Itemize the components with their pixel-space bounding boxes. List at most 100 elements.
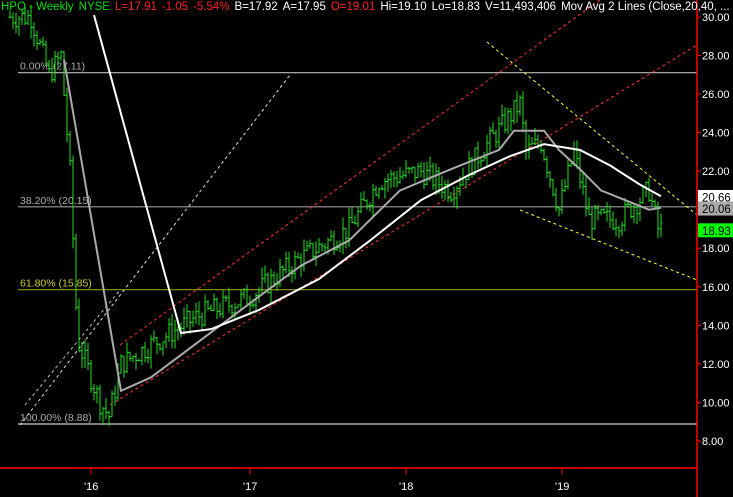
ohlc-bar: [566, 159, 570, 190]
ohlc-bar: [608, 205, 612, 228]
ohlc-bar: [419, 161, 423, 178]
ohlc-bar: [68, 130, 72, 166]
ohlc-bar: [221, 290, 225, 319]
ohlc-bar: [464, 176, 468, 189]
ohlc-bar: [215, 297, 219, 320]
ohlc-bar: [524, 119, 528, 160]
ohlc-bar: [353, 215, 357, 225]
ohlc-bar: [101, 407, 105, 426]
ohlc-bar: [146, 348, 150, 364]
ohlc-bar: [140, 346, 144, 366]
ohlc-bar: [413, 166, 417, 183]
ohlc-bar: [560, 179, 564, 215]
ohlc-bar: [635, 204, 639, 225]
ohlc-bar: [380, 185, 384, 191]
y-tick-label: 8.00: [702, 436, 723, 448]
ohlc-bar: [209, 304, 213, 312]
ohlc-bar: [224, 295, 228, 302]
ohlc-bar: [638, 197, 642, 222]
y-tick-label: 22.00: [702, 166, 730, 178]
ohlc-bar: [485, 134, 489, 166]
ohlc-bar: [449, 191, 453, 203]
ohlc-bar: [194, 302, 198, 324]
ohlc-bar: [200, 312, 204, 331]
ohlc-bar: [80, 341, 84, 369]
volume: V=11,493,406: [484, 1, 557, 13]
ohlc-bar: [374, 185, 378, 197]
ohlc-bar: [284, 251, 288, 274]
ohlc-bar: [41, 36, 45, 47]
ohlc-bar: [599, 208, 603, 216]
ohlc-bar: [65, 87, 69, 143]
ohlc-bar: [62, 50, 66, 96]
ohlc-bar: [650, 192, 654, 207]
ohlc-bar: [143, 341, 147, 363]
ohlc-bar: [395, 171, 399, 188]
last-price: L=17.91: [114, 1, 157, 13]
ohlc-bar: [86, 342, 90, 371]
trend-line: [19, 74, 291, 426]
ma40-line: [93, 14, 662, 335]
bid: B=17.92: [234, 1, 278, 13]
ohlc-bar: [110, 390, 114, 418]
ohlc-bar: [506, 107, 510, 135]
high: Hi=19.10: [380, 1, 427, 13]
ohlc-bar: [545, 156, 549, 179]
ohlc-bar: [236, 304, 240, 309]
ohlc-bar: [317, 238, 321, 253]
study-label: Mov Avg 2 Lines (Close,20,40, ...: [561, 1, 730, 13]
ohlc-bar: [371, 183, 375, 217]
ohlc-bar: [509, 108, 513, 132]
ohlc-bar: [77, 298, 81, 353]
ohlc-bar: [542, 148, 546, 162]
ohlc-bar: [308, 239, 312, 249]
y-tick-label: 16.00: [702, 282, 730, 294]
ohlc-bar: [581, 171, 585, 195]
ohlc-bar: [587, 196, 591, 216]
y-tick-label: 28.00: [702, 51, 730, 63]
ohlc-bar: [377, 187, 381, 199]
ohlc-bar: [197, 301, 201, 326]
ohlc-bar: [98, 384, 102, 421]
x-tick-label: '16: [84, 481, 98, 493]
ohlc-bar: [206, 300, 210, 311]
ohlc-bar: [452, 186, 456, 208]
ohlc-bar: [245, 284, 249, 305]
fib-label: 38.20% (20.15): [20, 195, 92, 207]
ohlc-bar: [125, 342, 129, 374]
ohlc-bar: [149, 335, 153, 369]
ohlc-bar: [167, 318, 171, 342]
ohlc-bar: [407, 166, 411, 174]
ohlc-bar: [131, 355, 135, 363]
ohlc-bar: [104, 398, 108, 420]
ohlc-bar: [416, 162, 420, 179]
ohlc-bar: [38, 38, 42, 46]
ohlc-bar: [329, 230, 333, 242]
x-tick-label: '17: [243, 481, 257, 493]
ohlc-bar: [119, 354, 123, 374]
ohlc-bar: [425, 161, 429, 186]
price-label: 18.93: [702, 226, 731, 238]
ohlc-bar: [17, 15, 21, 36]
y-tick-label: 30.00: [702, 12, 730, 24]
ohlc-bar: [422, 162, 426, 190]
ohlc-bar: [494, 129, 498, 148]
ohlc-bar: [14, 12, 18, 34]
ohlc-bar: [611, 211, 615, 231]
ohlc-bar: [563, 179, 567, 192]
ohlc-bar: [434, 163, 438, 196]
low: Lo=18.83: [431, 1, 480, 13]
price-chart[interactable]: 0.00% (27.11) 38.20% (20.15) 61.80% (15.85…: [0, 0, 733, 497]
y-tick-label: 26.00: [702, 89, 730, 101]
ohlc-bar: [503, 107, 507, 134]
ohlc-bar: [515, 91, 519, 124]
ohlc-bar: [476, 141, 480, 170]
ohlc-bar: [122, 355, 126, 378]
ohlc-bar: [191, 310, 195, 328]
ohlc-bar: [659, 213, 663, 237]
ohlc-bar: [551, 178, 555, 197]
trend-line: [109, 44, 698, 406]
ohlc-bar: [629, 203, 633, 219]
ohlc-bar: [617, 225, 621, 239]
chart-window: HPQ - Weekly NYSE L=17.91 -1.05 -5.54% B=17.9…: [0, 0, 733, 497]
